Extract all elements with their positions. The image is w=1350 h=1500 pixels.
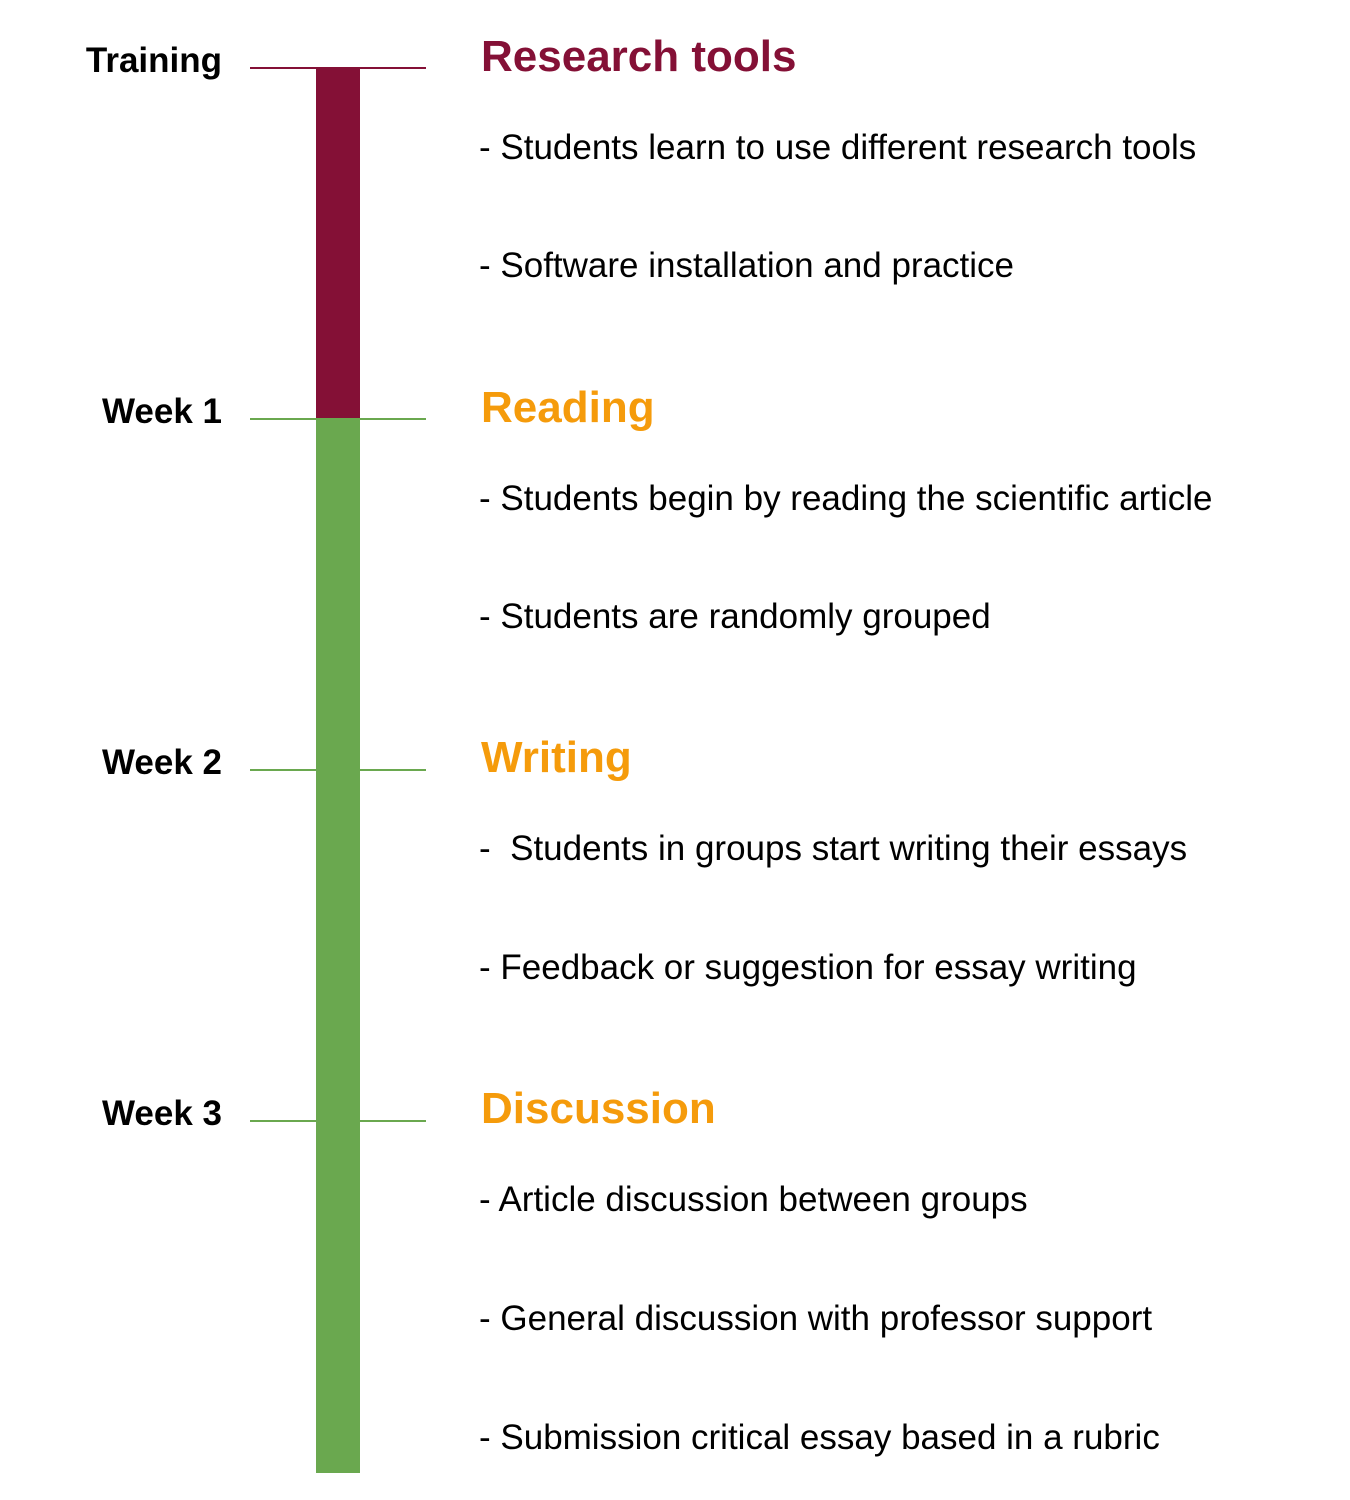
stage-label-week-2: Week 2 [102,743,222,782]
phase-item: - Software installation and practice [479,246,1014,285]
stage-label-training: Training [85,41,222,80]
phase-item: - Students begin by reading the scientif… [479,479,1213,518]
stage-label-week-1: Week 1 [102,392,222,431]
tick-week-2 [250,769,426,771]
tick-week-1 [250,418,426,420]
phase-title-reading: Reading [481,383,655,432]
tick-training [250,67,426,69]
phase-item: - Students learn to use different resear… [479,128,1197,167]
phase-item: - Article discussion between groups [479,1180,1028,1219]
phase-item: - Submission critical essay based in a r… [479,1418,1160,1457]
timeline-bar-training [316,68,360,419]
phase-item: - Students are randomly grouped [479,597,991,636]
phase-item: - Students in groups start writing their… [479,829,1188,868]
timeline-bar-weeks [316,419,360,1473]
phase-item: - Feedback or suggestion for essay writi… [479,948,1137,987]
phase-title-research-tools: Research tools [481,32,797,81]
tick-week-3 [250,1120,426,1122]
phase-title-discussion: Discussion [481,1084,716,1133]
phase-title-writing: Writing [481,733,632,782]
stage-label-week-3: Week 3 [102,1094,222,1133]
phase-item: - General discussion with professor supp… [479,1299,1153,1338]
